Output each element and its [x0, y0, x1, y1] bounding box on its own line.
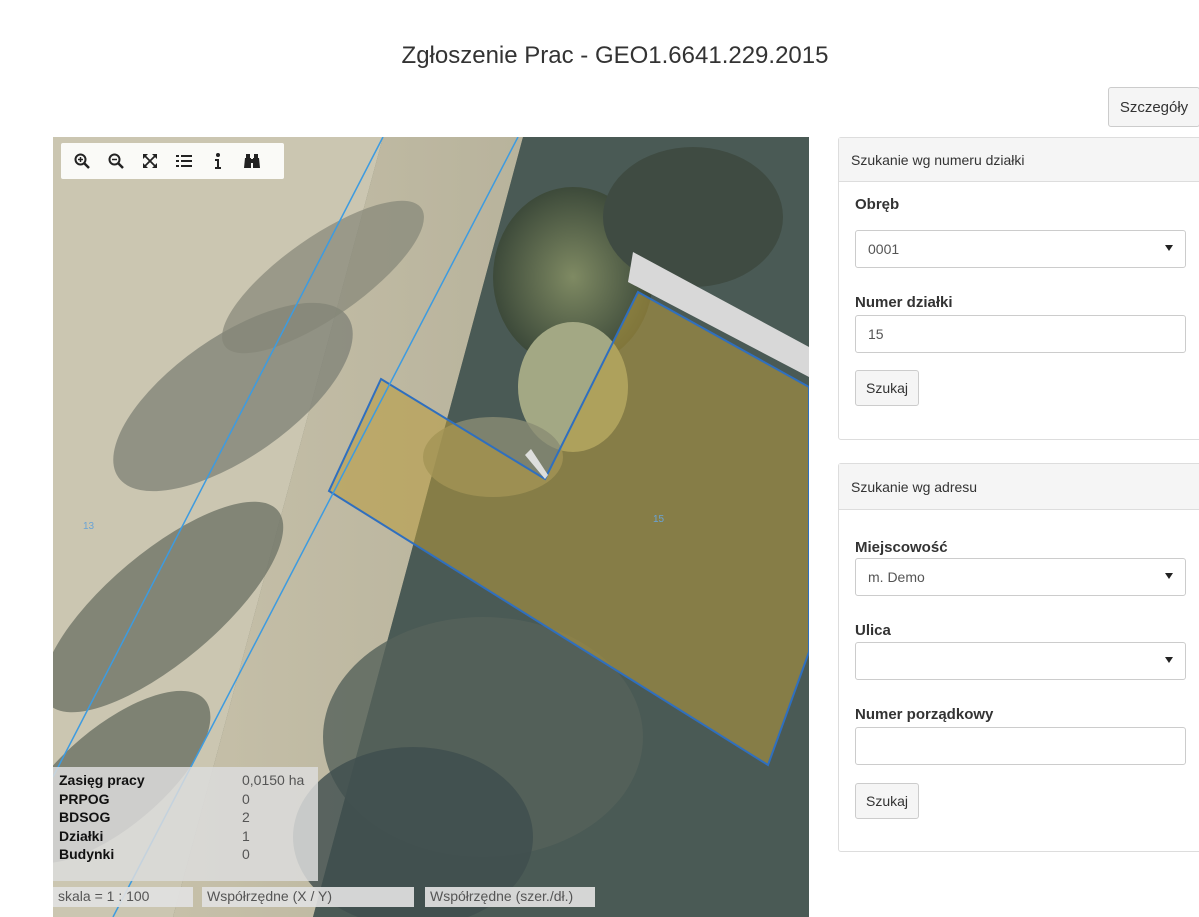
parcel-label-13: 13	[83, 521, 95, 532]
details-button[interactable]: Szczegóły	[1108, 87, 1199, 127]
panel-heading: Szukanie wg adresu	[839, 464, 1199, 510]
street-label: Ulica	[855, 622, 891, 639]
stats-row-buildings: Budynki 0	[59, 845, 312, 864]
stats-row-parcels: Działki 1	[59, 827, 312, 846]
info-icon[interactable]	[203, 146, 233, 176]
street-select[interactable]	[855, 642, 1186, 680]
page-title: Zgłoszenie Prac - GEO1.6641.229.2015	[401, 42, 829, 69]
stats-value: 0,0150 ha	[242, 772, 305, 788]
parcel-label-15: 15	[653, 514, 665, 525]
parcel-number-value: 15	[868, 326, 884, 342]
stats-row-prpog: PRPOG 0	[59, 790, 312, 809]
chevron-down-icon	[1165, 573, 1173, 579]
address-search-button[interactable]: Szukaj	[855, 783, 920, 819]
stats-value: 0	[242, 790, 250, 807]
stats-row-work-area: Zasięg pracy 0,0150 ha	[59, 771, 312, 790]
work-area-stats: Zasięg pracy 0,0150 ha PRPOG 0 BDSOG 2 D…	[53, 767, 318, 881]
parcel-search-button[interactable]: Szukaj	[855, 370, 920, 406]
precinct-label: Obręb	[855, 196, 900, 213]
stats-label: BDSOG	[59, 809, 111, 825]
stats-label: Budynki	[59, 846, 115, 862]
chevron-down-icon	[1165, 245, 1173, 251]
parcel-search-panel: Szukanie wg numeru działki Obręb 0001 Nu…	[838, 137, 1199, 440]
layers-list-icon[interactable]	[169, 146, 199, 176]
precinct-select[interactable]: 0001	[855, 230, 1186, 268]
stats-value: 0	[242, 846, 250, 862]
map-viewport[interactable]: 13 15 Zasięg pracy 0,0150 ha PRPOG 0 BDS…	[53, 137, 809, 917]
scale-display: skala = 1 : 100	[53, 887, 193, 907]
coords-latlon-display: Współrzędne (szer./dł.)	[425, 887, 595, 907]
binoculars-icon[interactable]	[237, 146, 267, 176]
parcel-number-label: Numer działki	[855, 294, 953, 311]
parcel-number-input[interactable]: 15	[855, 315, 1186, 353]
chevron-down-icon	[1165, 657, 1173, 663]
map-status-bar: skala = 1 : 100 Współrzędne (X / Y) Wspó…	[53, 887, 809, 907]
stats-label: Zasięg pracy	[59, 772, 145, 788]
locality-value: m. Demo	[868, 569, 925, 585]
zoom-out-icon[interactable]	[101, 146, 131, 176]
stats-value: 2	[242, 809, 250, 825]
zoom-in-icon[interactable]	[67, 146, 97, 176]
locality-label: Miejscowość	[855, 539, 948, 556]
house-number-label: Numer porządkowy	[855, 706, 994, 723]
stats-value: 1	[242, 827, 250, 844]
stats-label: PRPOG	[59, 790, 110, 807]
panel-heading: Szukanie wg numeru działki	[839, 138, 1199, 182]
map-toolbar	[61, 143, 284, 179]
stats-label: Działki	[59, 827, 104, 844]
coords-xy-display: Współrzędne (X / Y)	[202, 887, 414, 907]
stats-row-bdsog: BDSOG 2	[59, 808, 312, 827]
full-extent-icon[interactable]	[135, 146, 165, 176]
precinct-value: 0001	[868, 241, 900, 257]
house-number-input[interactable]	[855, 727, 1186, 765]
address-search-panel: Szukanie wg adresu Miejscowość m. Demo U…	[838, 463, 1199, 852]
locality-select[interactable]: m. Demo	[855, 558, 1186, 596]
